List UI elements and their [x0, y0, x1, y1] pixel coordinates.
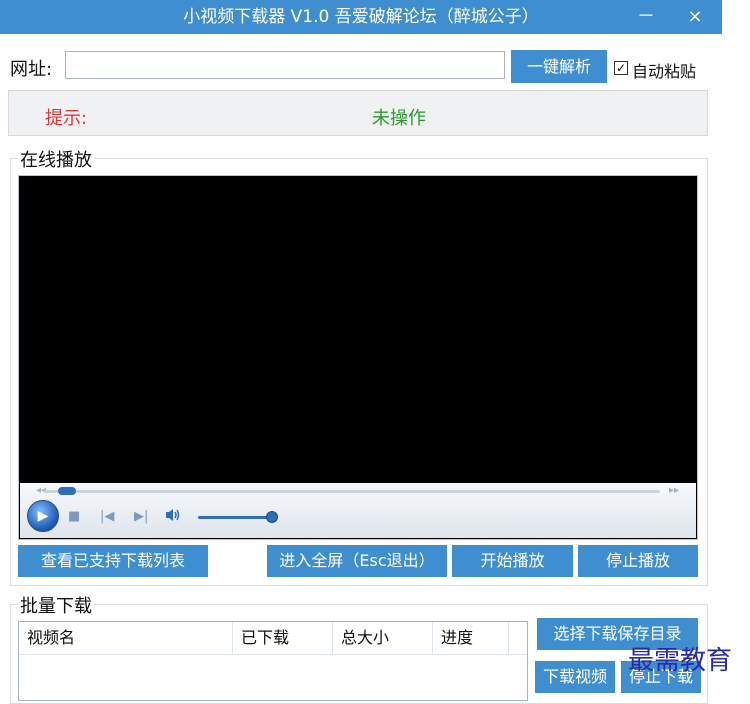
seek-handle[interactable]: [58, 487, 76, 495]
stop-icon[interactable]: ■: [68, 509, 80, 524]
supported-list-button[interactable]: 查看已支持下载列表: [18, 545, 208, 577]
column-header-name[interactable]: 视频名: [19, 622, 233, 654]
download-video-button[interactable]: 下载视频: [535, 661, 615, 693]
column-header-downloaded[interactable]: 已下载: [233, 622, 333, 654]
column-header-progress[interactable]: 进度: [433, 622, 509, 654]
volume-icon[interactable]: [165, 508, 181, 526]
hint-label: 提示:: [45, 108, 88, 129]
previous-icon[interactable]: |◀: [100, 509, 114, 524]
column-header-total-size[interactable]: 总大小: [333, 622, 433, 654]
seek-bar[interactable]: [44, 490, 660, 493]
title-bar: 小视频下载器 V1.0 吾爱破解论坛（醉城公子） － ×: [0, 0, 722, 34]
watermark: 最需教育: [628, 646, 733, 676]
volume-handle[interactable]: [266, 511, 278, 523]
volume-slider[interactable]: [198, 516, 274, 519]
window-title: 小视频下载器 V1.0 吾爱破解论坛（醉城公子）: [183, 7, 539, 27]
fast-forward-icon[interactable]: ▸▸: [669, 485, 679, 496]
fullscreen-button[interactable]: 进入全屏（Esc退出）: [267, 545, 447, 577]
url-label: 网址:: [10, 59, 53, 80]
play-icon[interactable]: ▶: [27, 500, 59, 532]
hint-bar: [8, 90, 708, 136]
close-button[interactable]: ×: [677, 0, 713, 34]
next-icon[interactable]: ▶|: [134, 509, 148, 524]
hint-status: 未操作: [372, 108, 426, 129]
minimize-button[interactable]: －: [628, 0, 664, 34]
parse-button[interactable]: 一键解析: [511, 50, 607, 83]
auto-paste-label: 自动粘贴: [632, 62, 697, 81]
online-play-title: 在线播放: [18, 146, 94, 172]
stop-play-button[interactable]: 停止播放: [578, 545, 698, 577]
start-play-button[interactable]: 开始播放: [452, 545, 573, 577]
checkbox-check-icon[interactable]: ✓: [614, 61, 628, 75]
batch-download-title: 批量下载: [18, 592, 94, 618]
url-input[interactable]: [65, 51, 505, 79]
